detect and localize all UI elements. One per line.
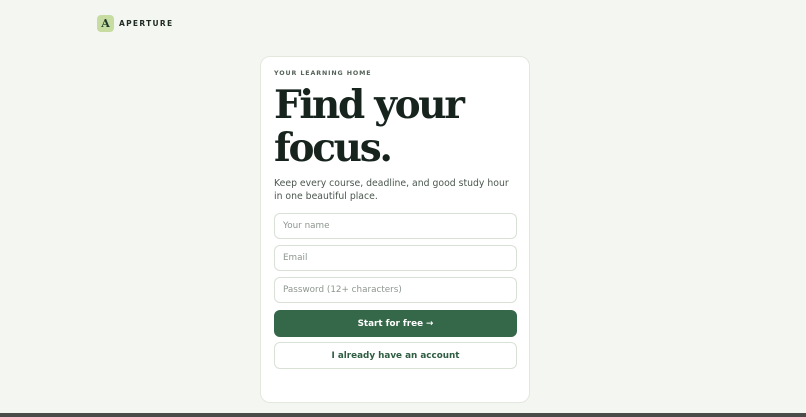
page-subtitle: Keep every course, deadline, and good st… bbox=[274, 178, 509, 202]
headline-line-1: Find your bbox=[274, 82, 465, 128]
brand-name: APERTURE bbox=[119, 18, 174, 28]
page-title: Find your focus. bbox=[274, 82, 465, 171]
arrow-right-icon: → bbox=[426, 318, 434, 329]
logo-mark-icon: A bbox=[97, 14, 114, 32]
email-input[interactable] bbox=[274, 245, 517, 271]
start-for-free-label: Start for free bbox=[357, 318, 424, 329]
eyebrow-label: YOUR LEARNING HOME bbox=[274, 70, 372, 77]
window-bottom-edge bbox=[0, 413, 806, 417]
password-input[interactable] bbox=[274, 277, 517, 303]
name-input[interactable] bbox=[274, 213, 517, 239]
start-for-free-button[interactable]: Start for free → bbox=[274, 310, 517, 337]
headline-line-2: focus. bbox=[274, 125, 393, 171]
brand-header[interactable]: A APERTURE bbox=[97, 14, 173, 32]
signup-card: YOUR LEARNING HOME Find your focus. Keep… bbox=[260, 56, 530, 403]
existing-account-button[interactable]: I already have an account bbox=[274, 342, 517, 369]
existing-account-label: I already have an account bbox=[331, 350, 460, 361]
